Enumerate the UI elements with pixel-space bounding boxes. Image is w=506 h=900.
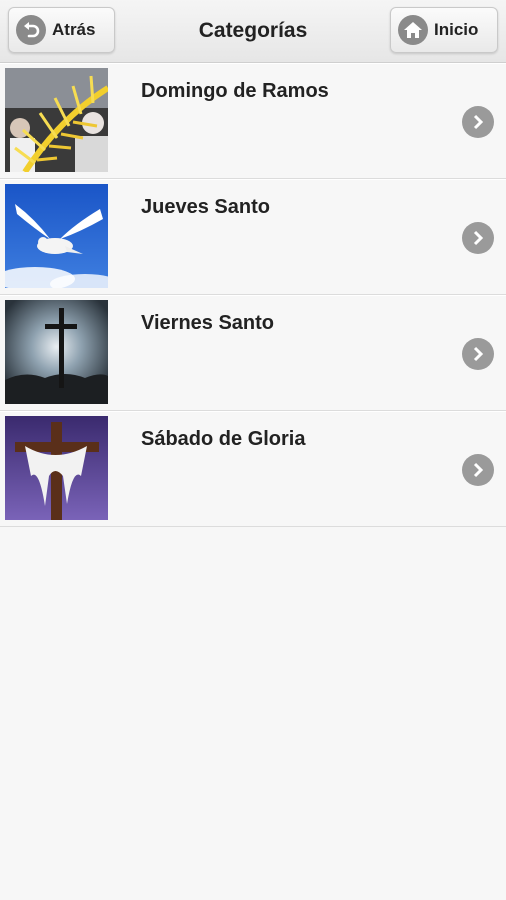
- chevron-right-icon[interactable]: [462, 454, 494, 486]
- cross-sky-photo: [5, 300, 108, 404]
- category-item-sabado-de-gloria[interactable]: Sábado de Gloria: [0, 411, 506, 527]
- category-label: Domingo de Ramos: [141, 80, 329, 102]
- back-button-label: Atrás: [52, 20, 96, 39]
- category-label: Sábado de Gloria: [141, 428, 306, 450]
- cross-cloth-photo: [5, 416, 108, 520]
- home-button[interactable]: Inicio: [390, 7, 498, 53]
- home-button-label: Inicio: [434, 20, 479, 39]
- chevron-right-icon[interactable]: [462, 338, 494, 370]
- palm-sunday-photo: [5, 68, 108, 172]
- chevron-right-icon[interactable]: [462, 222, 494, 254]
- category-label: Viernes Santo: [141, 312, 275, 334]
- category-item-domingo-de-ramos[interactable]: Domingo de Ramos: [0, 63, 506, 179]
- top-bar: Atrás Categorías Inicio: [0, 0, 506, 63]
- home-icon: [398, 15, 428, 45]
- category-item-viernes-santo[interactable]: Viernes Santo: [0, 295, 506, 411]
- back-arrow-icon: [16, 15, 46, 45]
- dove-photo: [5, 184, 108, 288]
- category-label: Jueves Santo: [141, 196, 270, 218]
- back-button[interactable]: Atrás: [8, 7, 115, 53]
- category-list: Domingo de Ramos Jueves Santo Viernes Sa…: [0, 63, 506, 527]
- category-item-jueves-santo[interactable]: Jueves Santo: [0, 179, 506, 295]
- chevron-right-icon[interactable]: [462, 106, 494, 138]
